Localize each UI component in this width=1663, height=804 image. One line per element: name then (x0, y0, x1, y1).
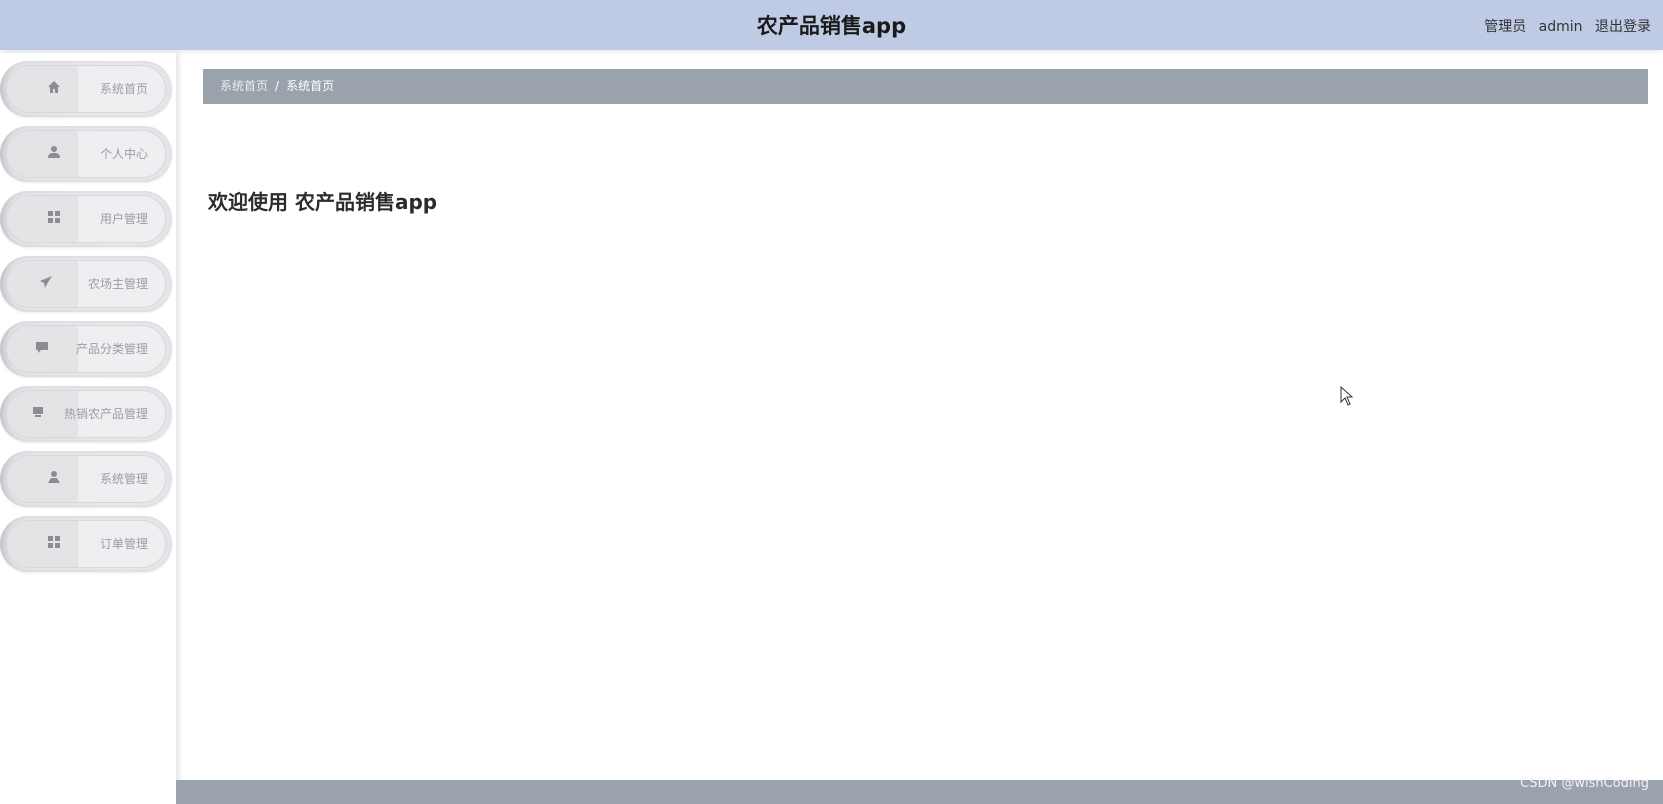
sidebar-item-label: 订单管理 (99, 537, 148, 551)
username: admin (1538, 19, 1583, 35)
watermark: CSDN @wishCoding (1520, 776, 1649, 791)
sidebar-item-label: 系统管理 (99, 472, 148, 486)
sidebar-item-system-management[interactable]: 系统管理 (0, 451, 172, 507)
sidebar-item-order-management[interactable]: 订单管理 (0, 516, 172, 572)
sidebar-item-label: 农场主管理 (87, 277, 148, 291)
top-header: 农产品销售app 管理员 admin 退出登录 (0, 0, 1663, 50)
mouse-cursor-icon (1340, 385, 1354, 406)
sidebar-item-label: 系统首页 (99, 82, 148, 96)
sidebar-item-farmer-management[interactable]: 农场主管理 (0, 256, 172, 312)
breadcrumb-current: 系统首页 (286, 79, 335, 93)
breadcrumb-separator: / (275, 79, 280, 93)
sidebar-item-label: 产品分类管理 (75, 342, 148, 356)
header-user-area: 管理员 admin 退出登录 (1476, 16, 1651, 36)
sidebar-item-category-management[interactable]: 产品分类管理 (0, 321, 172, 377)
sidebar-item-label: 热销农产品管理 (63, 407, 148, 421)
breadcrumb: 系统首页 / 系统首页 (203, 69, 1648, 104)
sidebar-item-user-management[interactable]: 用户管理 (0, 191, 172, 247)
sidebar: 系统首页 个人中心 用户管理 农场主管理 产品分类管理 热销农产品管理 系统管理… (0, 53, 176, 804)
chat-icon (34, 340, 50, 356)
logout-link[interactable]: 退出登录 (1595, 19, 1651, 35)
sidebar-item-home[interactable]: 系统首页 (0, 61, 172, 117)
footer-bar (176, 780, 1663, 804)
sidebar-item-label: 用户管理 (99, 212, 148, 226)
breadcrumb-root-link[interactable]: 系统首页 (220, 79, 268, 93)
sidebar-item-personal-center[interactable]: 个人中心 (0, 126, 172, 182)
send-icon (38, 275, 54, 291)
sidebar-item-label: 个人中心 (99, 147, 148, 161)
user-role: 管理员 (1484, 19, 1527, 35)
welcome-heading: 欢迎使用 农产品销售app (208, 190, 438, 214)
sidebar-item-hot-products[interactable]: 热销农产品管理 (0, 386, 172, 442)
store-icon (30, 405, 46, 421)
app-title: 农产品销售app (756, 14, 907, 38)
